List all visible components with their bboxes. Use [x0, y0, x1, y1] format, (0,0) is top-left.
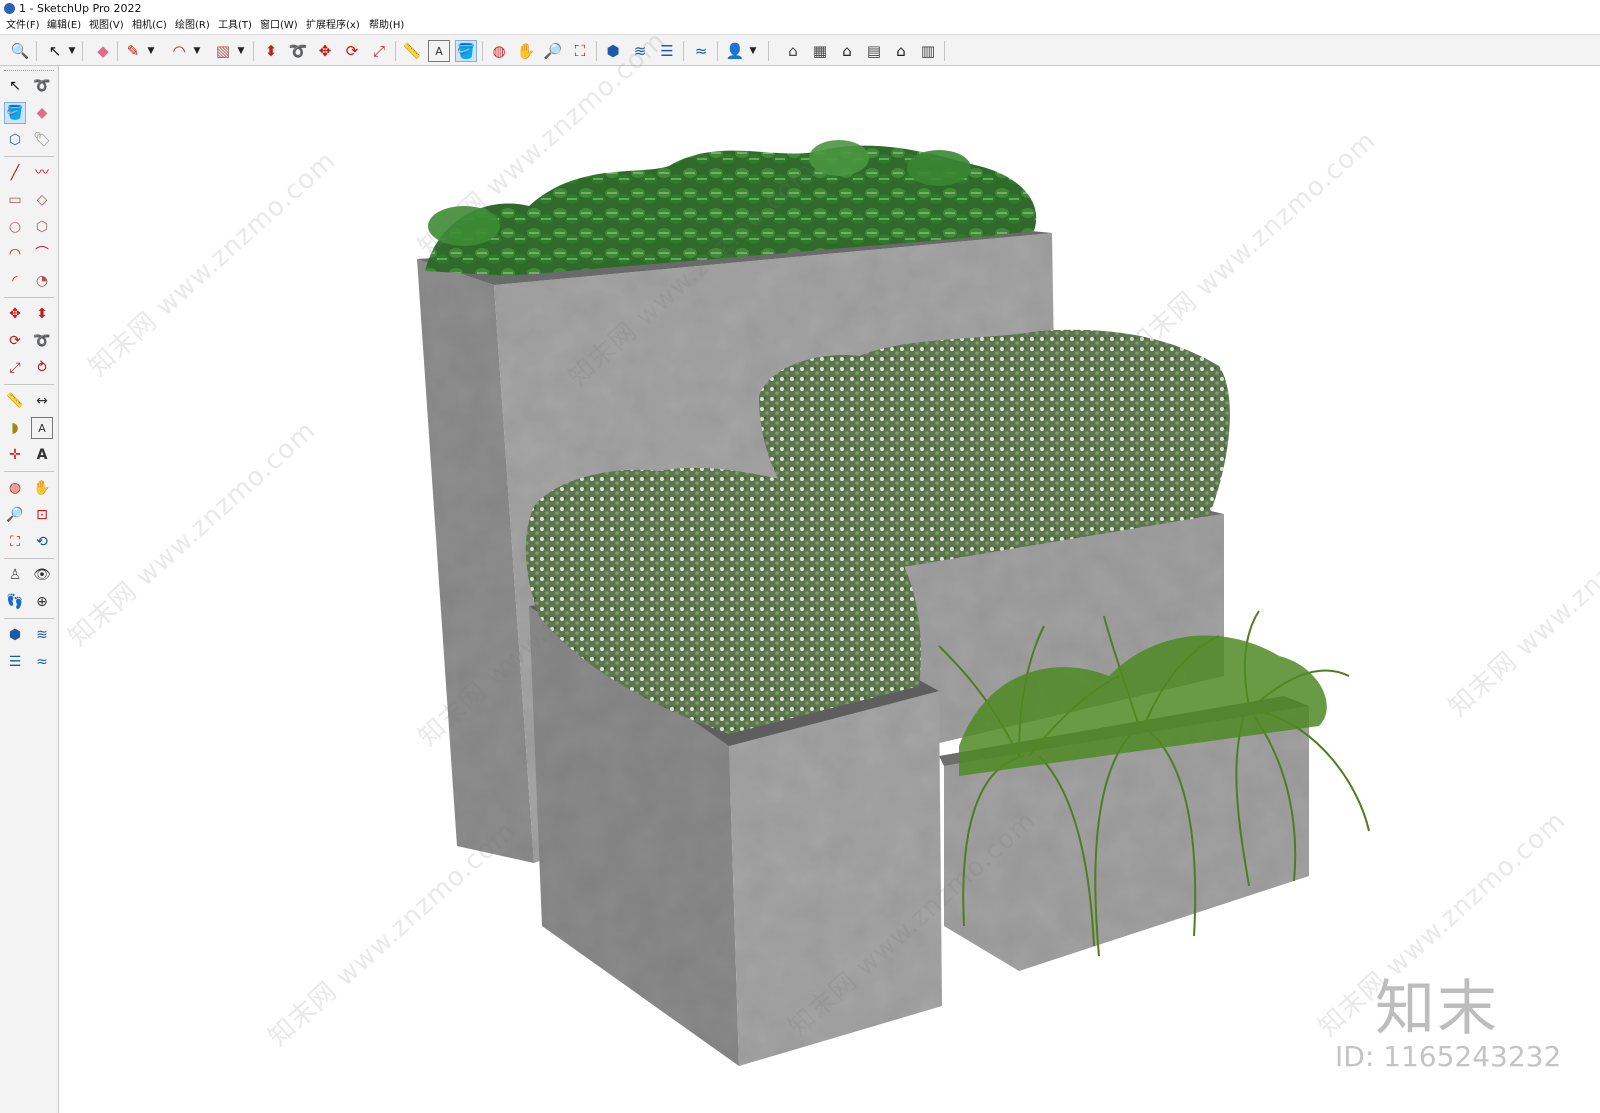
brand-watermark: 知末	[1375, 974, 1499, 1044]
id-watermark: ID: 1165243232	[1335, 1040, 1562, 1073]
previous-view-icon[interactable]: ⟲	[31, 531, 53, 553]
follow-me-icon[interactable]: ➰	[31, 330, 53, 352]
tag-icon[interactable]: 🏷	[31, 129, 53, 151]
orbit-icon[interactable]: ◍	[4, 477, 26, 499]
sketchup-logo-icon	[4, 3, 15, 14]
iso-view-icon[interactable]: ⌂	[782, 40, 804, 62]
menu-draw[interactable]: 绘图(R)	[173, 17, 212, 34]
menu-window[interactable]: 窗口(W)	[258, 17, 300, 34]
layers-icon[interactable]: ☰	[4, 651, 26, 673]
zoom-extents-icon[interactable]: ⛶	[4, 531, 26, 553]
rotate-icon[interactable]: ⟳	[4, 330, 26, 352]
follow-me-icon[interactable]: ➰	[287, 40, 309, 62]
paint-bucket-icon[interactable]: 🪣	[455, 40, 477, 62]
top-view-icon[interactable]: ▦	[809, 40, 831, 62]
pencil-icon[interactable]: ✎	[122, 40, 144, 62]
menu-camera[interactable]: 相机(C)	[130, 17, 169, 34]
left-tool-tray: ↖ ➰ 🪣 ◆ ⬡ 🏷 ╱ 〰 ▭ ◇ ○ ⬡ ◠ ⌒ ◜ ◔ ✥ ⬍ ⟳ ➰ …	[0, 66, 59, 1113]
rectangle-dropdown-icon[interactable]: ▼	[236, 43, 246, 59]
model-viewport[interactable]: 知末网 www.znzmo.com 知末网 www.znzmo.com 知末网 …	[59, 25, 1600, 1113]
position-camera-icon[interactable]: ♙	[4, 564, 26, 586]
3d-text-icon[interactable]: A	[31, 444, 53, 466]
axes-icon[interactable]: ✛	[4, 444, 26, 466]
sandbox-icon[interactable]: ≈	[31, 651, 53, 673]
zoom-extents-icon[interactable]: ⛶	[569, 40, 591, 62]
eraser-icon[interactable]: ◆	[92, 40, 114, 62]
arc-icon[interactable]: ◠	[4, 243, 26, 265]
front-view-icon[interactable]: ⌂	[836, 40, 858, 62]
paint-bucket-icon[interactable]: 🪣	[4, 102, 26, 124]
select-icon[interactable]: ↖	[44, 40, 66, 62]
menu-file[interactable]: 文件(F)	[4, 17, 42, 34]
pie-icon[interactable]: ◔	[31, 270, 53, 292]
push-pull-icon[interactable]: ⬍	[260, 40, 282, 62]
arc-dropdown-icon[interactable]: ▼	[192, 43, 202, 59]
rectangle-icon[interactable]: ▧	[212, 40, 234, 62]
circle-icon[interactable]: ○	[4, 216, 26, 238]
polygon-icon[interactable]: ⬡	[31, 216, 53, 238]
move-icon[interactable]: ✥	[4, 303, 26, 325]
look-around-icon[interactable]: 👁	[31, 564, 53, 586]
line-icon[interactable]: ╱	[4, 162, 26, 184]
search-icon[interactable]: 🔍	[9, 40, 31, 62]
left-view-icon[interactable]: ▥	[917, 40, 939, 62]
section-plane-icon[interactable]: ⊕	[31, 591, 53, 613]
eraser-icon[interactable]: ◆	[31, 102, 53, 124]
scale-icon[interactable]: ⤢	[368, 40, 390, 62]
lasso-icon[interactable]: ➰	[31, 75, 53, 97]
push-pull-icon[interactable]: ⬍	[31, 303, 53, 325]
select-dropdown-icon[interactable]: ▼	[67, 43, 77, 59]
tray-gripper[interactable]	[4, 70, 54, 74]
rotated-rectangle-icon[interactable]: ◇	[31, 189, 53, 211]
window-title: 1 - SketchUp Pro 2022	[19, 2, 142, 15]
menu-extensions[interactable]: 扩展程序(x)	[304, 17, 362, 34]
account-dropdown-icon[interactable]: ▼	[748, 43, 758, 59]
freehand-icon[interactable]: 〰	[31, 162, 53, 184]
main-toolbar: 🔍 ↖ ▼ ◆ ✎ ▼ ◠ ▼ ▧ ▼ ⬍ ➰ ✥ ⟳ ⤢ 📏 A 🪣 ◍ ✋ …	[0, 34, 1600, 66]
two-point-arc-icon[interactable]: ⌒	[31, 243, 53, 265]
menu-tools[interactable]: 工具(T)	[216, 17, 254, 34]
three-point-arc-icon[interactable]: ◜	[4, 270, 26, 292]
scale-icon[interactable]: ⤢	[4, 357, 26, 379]
offset-icon[interactable]: ⥁	[31, 357, 53, 379]
title-bar: 1 - SketchUp Pro 2022	[0, 0, 1600, 17]
menu-edit[interactable]: 编辑(E)	[45, 17, 83, 34]
sandbox-icon[interactable]: ≈	[690, 40, 712, 62]
back-view-icon[interactable]: ⌂	[890, 40, 912, 62]
menu-bar: 文件(F) 编辑(E) 视图(V) 相机(C) 绘图(R) 工具(T) 窗口(W…	[0, 17, 1600, 34]
extension-icon[interactable]: ≋	[31, 624, 53, 646]
select-icon[interactable]: ↖	[4, 75, 26, 97]
orbit-icon[interactable]: ◍	[488, 40, 510, 62]
text-icon[interactable]: A	[31, 417, 53, 439]
walk-icon[interactable]: 👣	[4, 591, 26, 613]
warehouse-icon[interactable]: ⬢	[4, 624, 26, 646]
text-icon[interactable]: A	[428, 40, 450, 62]
component-icon[interactable]: ⬡	[4, 129, 26, 151]
protractor-icon[interactable]: ◗	[4, 417, 26, 439]
tape-measure-icon[interactable]: 📏	[401, 40, 423, 62]
tape-measure-icon[interactable]: 📏	[4, 390, 26, 412]
right-view-icon[interactable]: ▤	[863, 40, 885, 62]
menu-help[interactable]: 帮助(H)	[367, 17, 406, 34]
zoom-icon[interactable]: 🔎	[542, 40, 564, 62]
pan-icon[interactable]: ✋	[515, 40, 537, 62]
zoom-icon[interactable]: 🔎	[4, 504, 26, 526]
menu-view[interactable]: 视图(V)	[87, 17, 126, 34]
zoom-window-icon[interactable]: ⊡	[31, 504, 53, 526]
rectangle-icon[interactable]: ▭	[4, 189, 26, 211]
rotate-icon[interactable]: ⟳	[341, 40, 363, 62]
arc-icon[interactable]: ◠	[168, 40, 190, 62]
move-icon[interactable]: ✥	[314, 40, 336, 62]
pan-icon[interactable]: ✋	[31, 477, 53, 499]
account-icon[interactable]: 👤	[724, 40, 746, 62]
pencil-dropdown-icon[interactable]: ▼	[146, 43, 156, 59]
planter-model-render	[417, 140, 1370, 1066]
dimension-icon[interactable]: ↔	[31, 390, 53, 412]
